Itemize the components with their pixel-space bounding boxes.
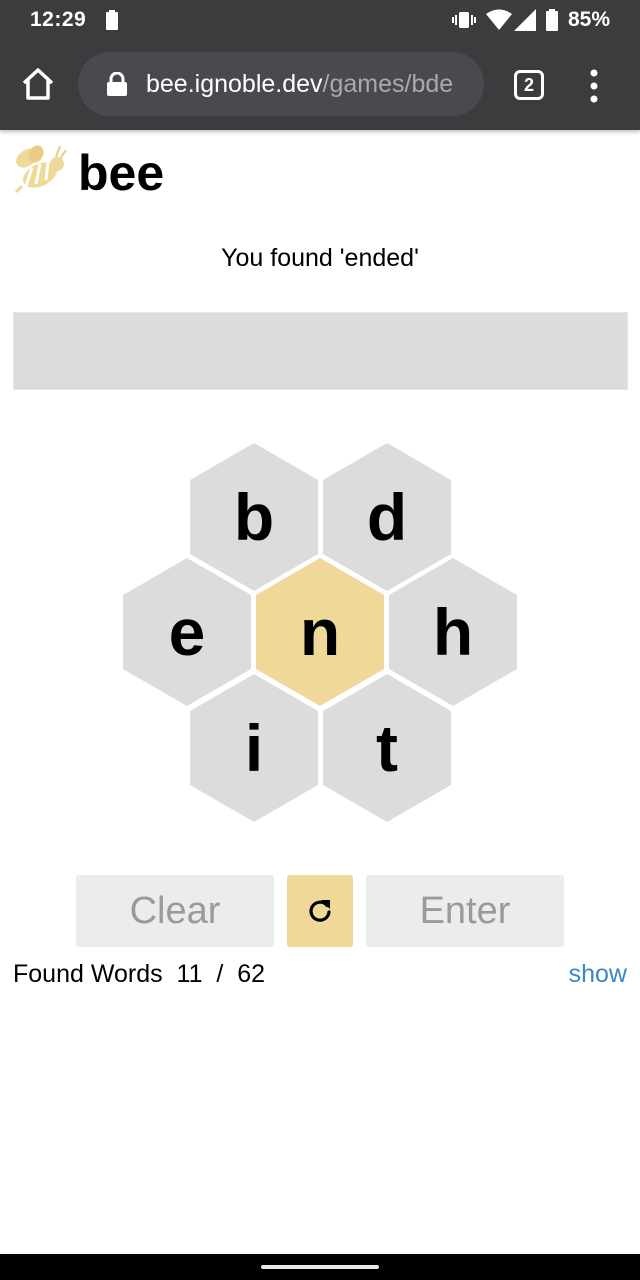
letter-cell-e[interactable]: e — [123, 558, 251, 706]
app-header: bee — [0, 130, 640, 220]
found-words-counter: Found Words 11 / 62 — [13, 960, 265, 989]
enter-button[interactable]: Enter — [366, 875, 564, 947]
letter-cell-t[interactable]: t — [323, 674, 451, 822]
current-word-field — [13, 312, 628, 390]
wifi-icon — [486, 9, 512, 30]
home-icon[interactable] — [18, 64, 58, 104]
app-title: bee — [78, 145, 165, 201]
status-message: You found 'ended' — [221, 244, 419, 272]
letter-cell-i[interactable]: i — [190, 674, 318, 822]
found-words-label: Found Words — [13, 960, 163, 988]
letter-h: h — [432, 595, 474, 669]
status-bar: 12:29 85% — [0, 0, 640, 40]
clear-button[interactable]: Clear — [76, 875, 274, 947]
letter-cell-b[interactable]: b — [190, 443, 318, 591]
letter-i: i — [244, 711, 264, 785]
bee-icon — [14, 145, 67, 194]
menu-dots-icon[interactable] — [585, 68, 603, 104]
system-nav-bar — [0, 1254, 640, 1280]
letter-e: e — [168, 595, 206, 669]
status-time: 12:29 — [30, 8, 87, 31]
home-gesture-pill[interactable] — [261, 1265, 379, 1269]
cell-signal-icon — [514, 9, 536, 31]
found-count: 11 — [176, 960, 203, 988]
url-path: /games/bde — [322, 70, 454, 98]
count-separator: / — [216, 960, 224, 988]
center-letter-cell[interactable]: n — [256, 558, 384, 706]
shuffle-button[interactable] — [287, 875, 353, 947]
lock-icon — [107, 72, 127, 96]
battery-saver-icon — [106, 10, 118, 30]
battery-percent: 85% — [567, 8, 610, 31]
shuffle-icon — [309, 900, 331, 922]
show-found-words-link[interactable]: show — [569, 960, 627, 989]
tab-switcher-button[interactable]: 2 — [514, 70, 544, 100]
letter-t: t — [376, 711, 398, 785]
browser-toolbar: bee.ignoble.dev/games/bde 2 — [0, 40, 640, 130]
letter-d: d — [366, 480, 408, 554]
letter-b: b — [233, 480, 275, 554]
address-bar[interactable]: bee.ignoble.dev/games/bde — [78, 52, 484, 116]
battery-icon — [546, 9, 558, 31]
url-text: bee.ignoble.dev/games/bde — [146, 70, 453, 99]
letter-cell-h[interactable]: h — [389, 558, 517, 706]
center-letter: n — [299, 595, 341, 669]
letter-cell-d[interactable]: d — [323, 443, 451, 591]
vibrate-icon — [452, 12, 476, 28]
total-count: 62 — [237, 960, 266, 988]
url-host: bee.ignoble.dev — [146, 70, 323, 98]
